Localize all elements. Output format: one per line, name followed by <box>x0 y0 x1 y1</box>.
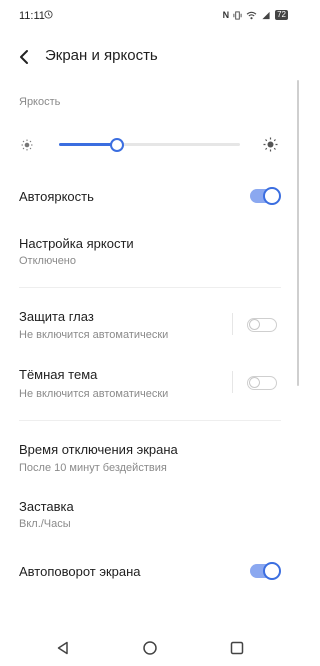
dark-theme-subtitle: Не включится автоматически <box>19 388 169 400</box>
nfc-icon: N <box>222 10 230 20</box>
auto-rotate-toggle[interactable] <box>250 562 281 580</box>
vertical-separator <box>232 371 233 393</box>
toggle-knob <box>249 319 260 330</box>
brightness-slider-thumb[interactable] <box>109 138 124 152</box>
status-bar: 11:11 N 72 <box>0 0 300 34</box>
brightness-settings-title: Настройка яркости <box>19 236 134 251</box>
screen-timeout-row[interactable]: Время отключения экрана После 10 минут б… <box>0 436 300 480</box>
toggle-knob <box>263 187 281 205</box>
eye-protection-toggle[interactable] <box>247 318 277 332</box>
signal-icon <box>262 11 270 19</box>
status-time: 11:11 <box>19 10 45 22</box>
auto-rotate-row[interactable]: Автоповорот экрана <box>0 557 300 587</box>
brightness-slider[interactable] <box>59 138 240 152</box>
brightness-low-icon <box>21 139 33 151</box>
vertical-separator <box>232 313 233 335</box>
brightness-section-label: Яркость <box>19 96 61 108</box>
app-header: Экран и яркость <box>0 34 300 78</box>
toggle-knob <box>249 377 260 388</box>
eye-protection-row[interactable]: Защита глаз Не включится автоматически <box>0 302 300 346</box>
battery-icon: 72 <box>275 10 288 20</box>
brightness-settings-subtitle: Отключено <box>19 255 76 267</box>
auto-brightness-toggle[interactable] <box>250 187 281 205</box>
brightness-slider-fill <box>59 143 117 146</box>
page-title: Экран и яркость <box>45 47 158 64</box>
dark-theme-toggle[interactable] <box>247 376 277 390</box>
scrollbar[interactable] <box>297 80 299 386</box>
auto-brightness-row[interactable]: Автояркость <box>0 180 300 212</box>
eye-protection-subtitle: Не включится автоматически <box>19 329 169 341</box>
dark-theme-row[interactable]: Тёмная тема Не включится автоматически <box>0 362 300 406</box>
brightness-settings-row[interactable]: Настройка яркости Отключено <box>0 230 300 270</box>
status-icons: N 72 <box>223 10 288 20</box>
vibrate-icon <box>233 10 242 20</box>
toggle-knob <box>263 562 281 580</box>
screensaver-title: Заставка <box>19 499 74 514</box>
screen-timeout-title: Время отключения экрана <box>19 442 178 457</box>
alarm-clock-icon <box>44 10 53 19</box>
divider <box>19 287 281 288</box>
wifi-icon <box>246 11 257 19</box>
auto-brightness-title: Автояркость <box>19 189 94 204</box>
screensaver-row[interactable]: Заставка Вкл./Часы <box>0 493 300 533</box>
home-circle-icon[interactable] <box>142 640 158 656</box>
back-triangle-icon[interactable] <box>55 640 71 656</box>
navigation-bar <box>0 630 300 666</box>
recents-square-icon[interactable] <box>229 640 245 656</box>
auto-rotate-title: Автоповорот экрана <box>19 564 141 579</box>
screensaver-subtitle: Вкл./Часы <box>19 518 71 530</box>
screen-timeout-subtitle: После 10 минут бездействия <box>19 462 167 474</box>
brightness-high-icon <box>263 137 278 152</box>
divider <box>19 420 281 421</box>
eye-protection-title: Защита глаз <box>19 309 94 324</box>
back-arrow-icon[interactable] <box>14 46 36 68</box>
dark-theme-title: Тёмная тема <box>19 367 98 382</box>
